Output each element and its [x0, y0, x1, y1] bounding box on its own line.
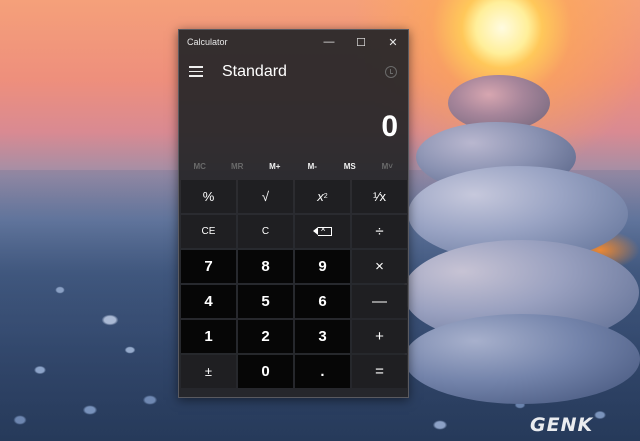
- digit-2-button[interactable]: 2: [238, 320, 293, 353]
- close-button[interactable]: ✕: [377, 30, 409, 54]
- memory-row: MC MR M+ M- MS M˅: [179, 152, 408, 180]
- maximize-button[interactable]: ☐: [345, 30, 377, 54]
- calculator-window[interactable]: Calculator — ☐ ✕ Standard 0 MC MR M+ M- …: [178, 29, 409, 398]
- watermark-logo: GENK: [530, 414, 594, 436]
- memory-add-button[interactable]: M+: [256, 152, 294, 180]
- digit-4-button[interactable]: 4: [181, 285, 236, 318]
- decimal-button[interactable]: .: [295, 355, 350, 388]
- clear-entry-button[interactable]: CE: [181, 215, 236, 248]
- memory-clear-button[interactable]: MC: [181, 152, 219, 180]
- minimize-icon: —: [323, 36, 335, 48]
- result-display: 0: [179, 90, 408, 152]
- digit-9-button[interactable]: 9: [295, 250, 350, 283]
- square-button[interactable]: x2: [295, 180, 350, 213]
- digit-5-button[interactable]: 5: [238, 285, 293, 318]
- mode-title: Standard: [222, 63, 287, 80]
- minimize-button[interactable]: —: [313, 30, 345, 54]
- clear-button[interactable]: C: [238, 215, 293, 248]
- sqrt-button[interactable]: √: [238, 180, 293, 213]
- equals-button[interactable]: =: [352, 355, 407, 388]
- memory-subtract-button[interactable]: M-: [294, 152, 332, 180]
- reciprocal-button[interactable]: ¹⁄x: [352, 180, 407, 213]
- minus-button[interactable]: —: [352, 285, 407, 318]
- mode-header: Standard: [179, 54, 408, 90]
- percent-button[interactable]: %: [181, 180, 236, 213]
- backspace-icon: [312, 224, 332, 236]
- stone-bottom: [404, 314, 640, 404]
- negate-button[interactable]: ±: [181, 355, 236, 388]
- close-icon: ✕: [388, 36, 398, 49]
- title-bar[interactable]: Calculator — ☐ ✕: [179, 30, 408, 54]
- plus-button[interactable]: +: [352, 320, 407, 353]
- digit-7-button[interactable]: 7: [181, 250, 236, 283]
- memory-recall-button[interactable]: MR: [219, 152, 257, 180]
- digit-0-button[interactable]: 0: [238, 355, 293, 388]
- digit-8-button[interactable]: 8: [238, 250, 293, 283]
- digit-3-button[interactable]: 3: [295, 320, 350, 353]
- digit-6-button[interactable]: 6: [295, 285, 350, 318]
- hamburger-icon[interactable]: [189, 66, 203, 77]
- digit-1-button[interactable]: 1: [181, 320, 236, 353]
- display-value: 0: [381, 110, 398, 143]
- divide-button[interactable]: ÷: [352, 215, 407, 248]
- memory-list-button[interactable]: M˅: [369, 152, 407, 180]
- memory-store-button[interactable]: MS: [331, 152, 369, 180]
- keypad: % √ x2 ¹⁄x CE C ÷ 7 8 9 × 4 5 6 — 1 2 3 …: [181, 180, 408, 388]
- square-exponent: 2: [323, 193, 328, 200]
- maximize-icon: ☐: [356, 36, 366, 49]
- window-title: Calculator: [187, 37, 228, 47]
- backspace-button[interactable]: [295, 215, 350, 248]
- multiply-button[interactable]: ×: [352, 250, 407, 283]
- history-icon[interactable]: [385, 66, 397, 78]
